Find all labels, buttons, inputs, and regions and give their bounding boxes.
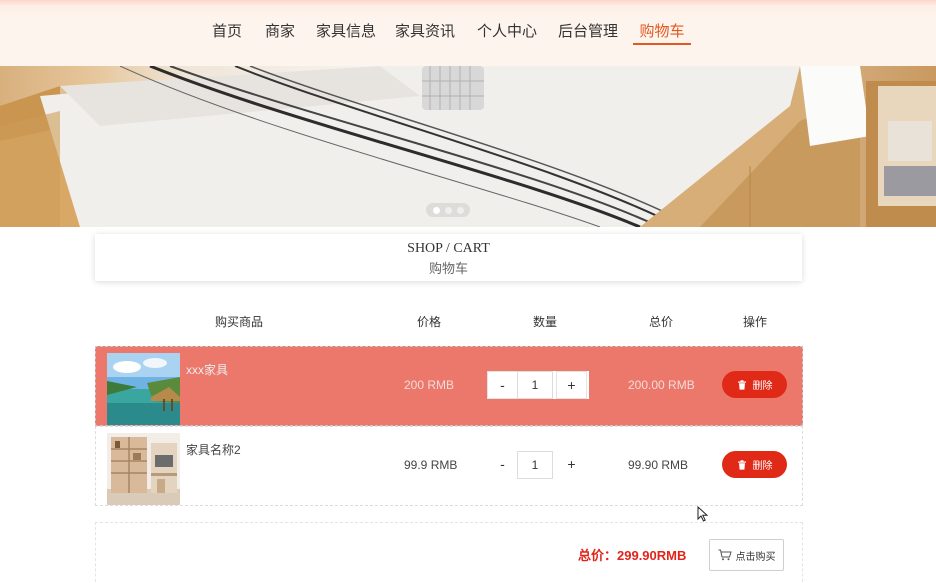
product-name[interactable]: xxx家具 [186, 361, 228, 378]
nav-active-underline [633, 43, 691, 45]
nav-furniture-news[interactable]: 家具资讯 [395, 22, 455, 42]
carousel-indicators [426, 203, 470, 217]
cart-icon [718, 549, 732, 561]
mouse-cursor-icon [697, 506, 709, 522]
nav-merchants[interactable]: 商家 [265, 22, 295, 42]
delete-button[interactable]: 删除 [722, 451, 787, 478]
product-image-beach [107, 353, 180, 425]
nav-personal-center[interactable]: 个人中心 [477, 22, 537, 42]
carousel-dot-1[interactable] [433, 207, 440, 214]
trash-icon [737, 459, 746, 470]
cart-row[interactable]: 家具名称2 99.9 RMB - + 99.90 RMB 删除 [95, 426, 803, 506]
quantity-increase-button[interactable]: + [556, 451, 587, 479]
cart-footer: 总价：299.90RMB 点击购买 [95, 522, 803, 583]
quantity-decrease-button[interactable]: - [487, 451, 518, 479]
page-title-box: SHOP / CART 购物车 [95, 234, 802, 281]
product-price: 200 RMB [404, 378, 455, 392]
nav-shopping-cart-label: 购物车 [639, 23, 685, 40]
product-price: 99.9 RMB [404, 458, 458, 472]
nav-shopping-cart[interactable]: 购物车 [633, 22, 691, 45]
banner-bed-image [0, 66, 936, 227]
page: 首页 商家 家具信息 家具资讯 个人中心 后台管理 购物车 SHOP / CAR… [0, 0, 936, 583]
page-title-en: SHOP / CART [407, 241, 490, 256]
quantity-input[interactable] [517, 451, 553, 479]
delete-button-label: 删除 [752, 381, 773, 392]
product-name[interactable]: 家具名称2 [186, 441, 241, 458]
header-price: 价格 [417, 315, 442, 329]
quantity-decrease-button[interactable]: - [487, 371, 518, 399]
quantity-increase-button[interactable]: + [556, 371, 587, 399]
banner-carousel[interactable] [0, 66, 936, 227]
row-total: 99.90 RMB [628, 458, 689, 472]
quantity-stepper: - + [487, 371, 589, 399]
buy-button-label: 点击购买 [735, 551, 776, 563]
quantity-input[interactable] [517, 371, 553, 399]
nav-furniture-info[interactable]: 家具信息 [316, 22, 376, 42]
product-thumbnail[interactable] [107, 433, 180, 505]
delete-button[interactable]: 删除 [722, 371, 787, 398]
header-product: 购买商品 [215, 315, 264, 329]
header: 首页 商家 家具信息 家具资讯 个人中心 后台管理 购物车 [0, 0, 936, 66]
product-thumbnail[interactable] [107, 353, 180, 425]
quantity-stepper: - + [487, 451, 589, 479]
delete-button-label: 删除 [752, 461, 773, 472]
product-image-bookshelf [107, 433, 180, 505]
grand-total: 总价：299.90RMB [578, 548, 687, 563]
header-action: 操作 [743, 315, 768, 329]
trash-icon [737, 379, 746, 390]
row-total: 200.00 RMB [628, 378, 695, 392]
page-title-cn: 购物车 [428, 261, 468, 276]
cart-row[interactable]: xxx家具 200 RMB - + 200.00 RMB 删除 [95, 346, 803, 426]
nav-admin[interactable]: 后台管理 [558, 22, 618, 42]
nav-home[interactable]: 首页 [212, 22, 242, 42]
buy-button[interactable]: 点击购买 [709, 539, 784, 571]
main-nav: 首页 商家 家具信息 家具资讯 个人中心 后台管理 购物车 [0, 22, 936, 46]
carousel-dot-2[interactable] [445, 207, 452, 214]
carousel-dot-3[interactable] [457, 207, 464, 214]
header-total: 总价 [649, 315, 674, 329]
header-quantity: 数量 [533, 315, 558, 329]
